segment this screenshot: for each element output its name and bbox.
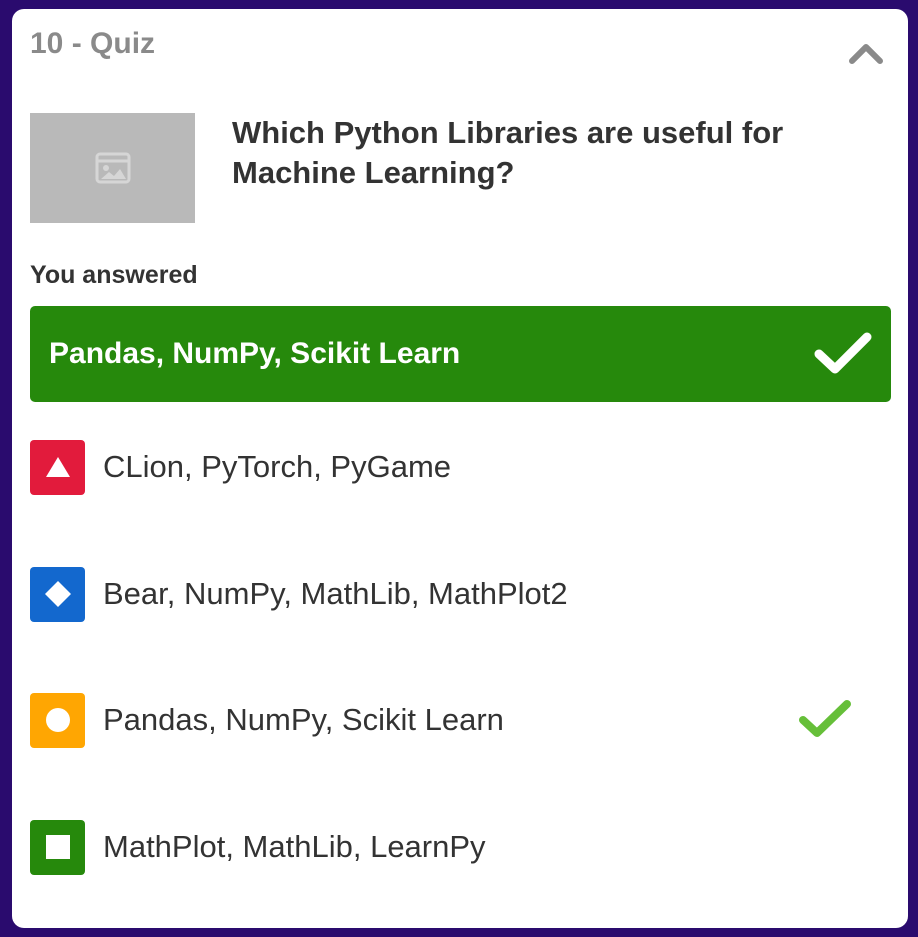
question-thumbnail bbox=[30, 113, 195, 223]
diamond-icon bbox=[30, 566, 85, 622]
you-answered-label: You answered bbox=[30, 261, 198, 289]
quiz-card: 10 - Quiz Which Python Libraries are use… bbox=[12, 9, 908, 928]
selected-answer-bar: Pandas, NumPy, Scikit Learn bbox=[30, 306, 891, 402]
triangle-icon bbox=[30, 439, 85, 495]
answer-option-label: MathPlot, MathLib, LearnPy bbox=[103, 829, 486, 864]
question-text: Which Python Libraries are useful for Ma… bbox=[232, 115, 784, 190]
square-icon bbox=[30, 819, 85, 875]
answer-option-label: CLion, PyTorch, PyGame bbox=[103, 449, 452, 484]
answer-option-triangle: CLion, PyTorch, PyGame bbox=[30, 439, 891, 495]
image-placeholder-icon bbox=[95, 152, 130, 184]
answer-option-label: Pandas, NumPy, Scikit Learn bbox=[103, 702, 504, 737]
collapse-button[interactable] bbox=[846, 33, 886, 73]
quiz-header-title: 10 - Quiz bbox=[30, 27, 156, 60]
answer-option-diamond: Bear, NumPy, MathLib, MathPlot2 bbox=[30, 566, 891, 622]
answer-option-label: Bear, NumPy, MathLib, MathPlot2 bbox=[103, 576, 568, 611]
selected-answer-text: Pandas, NumPy, Scikit Learn bbox=[49, 337, 461, 370]
answer-option-circle: Pandas, NumPy, Scikit Learn bbox=[30, 692, 891, 748]
correct-check-icon bbox=[799, 700, 851, 737]
circle-icon bbox=[30, 692, 85, 748]
check-icon bbox=[814, 332, 872, 374]
chevron-up-icon bbox=[849, 44, 883, 64]
answer-option-square: MathPlot, MathLib, LearnPy bbox=[30, 819, 891, 875]
